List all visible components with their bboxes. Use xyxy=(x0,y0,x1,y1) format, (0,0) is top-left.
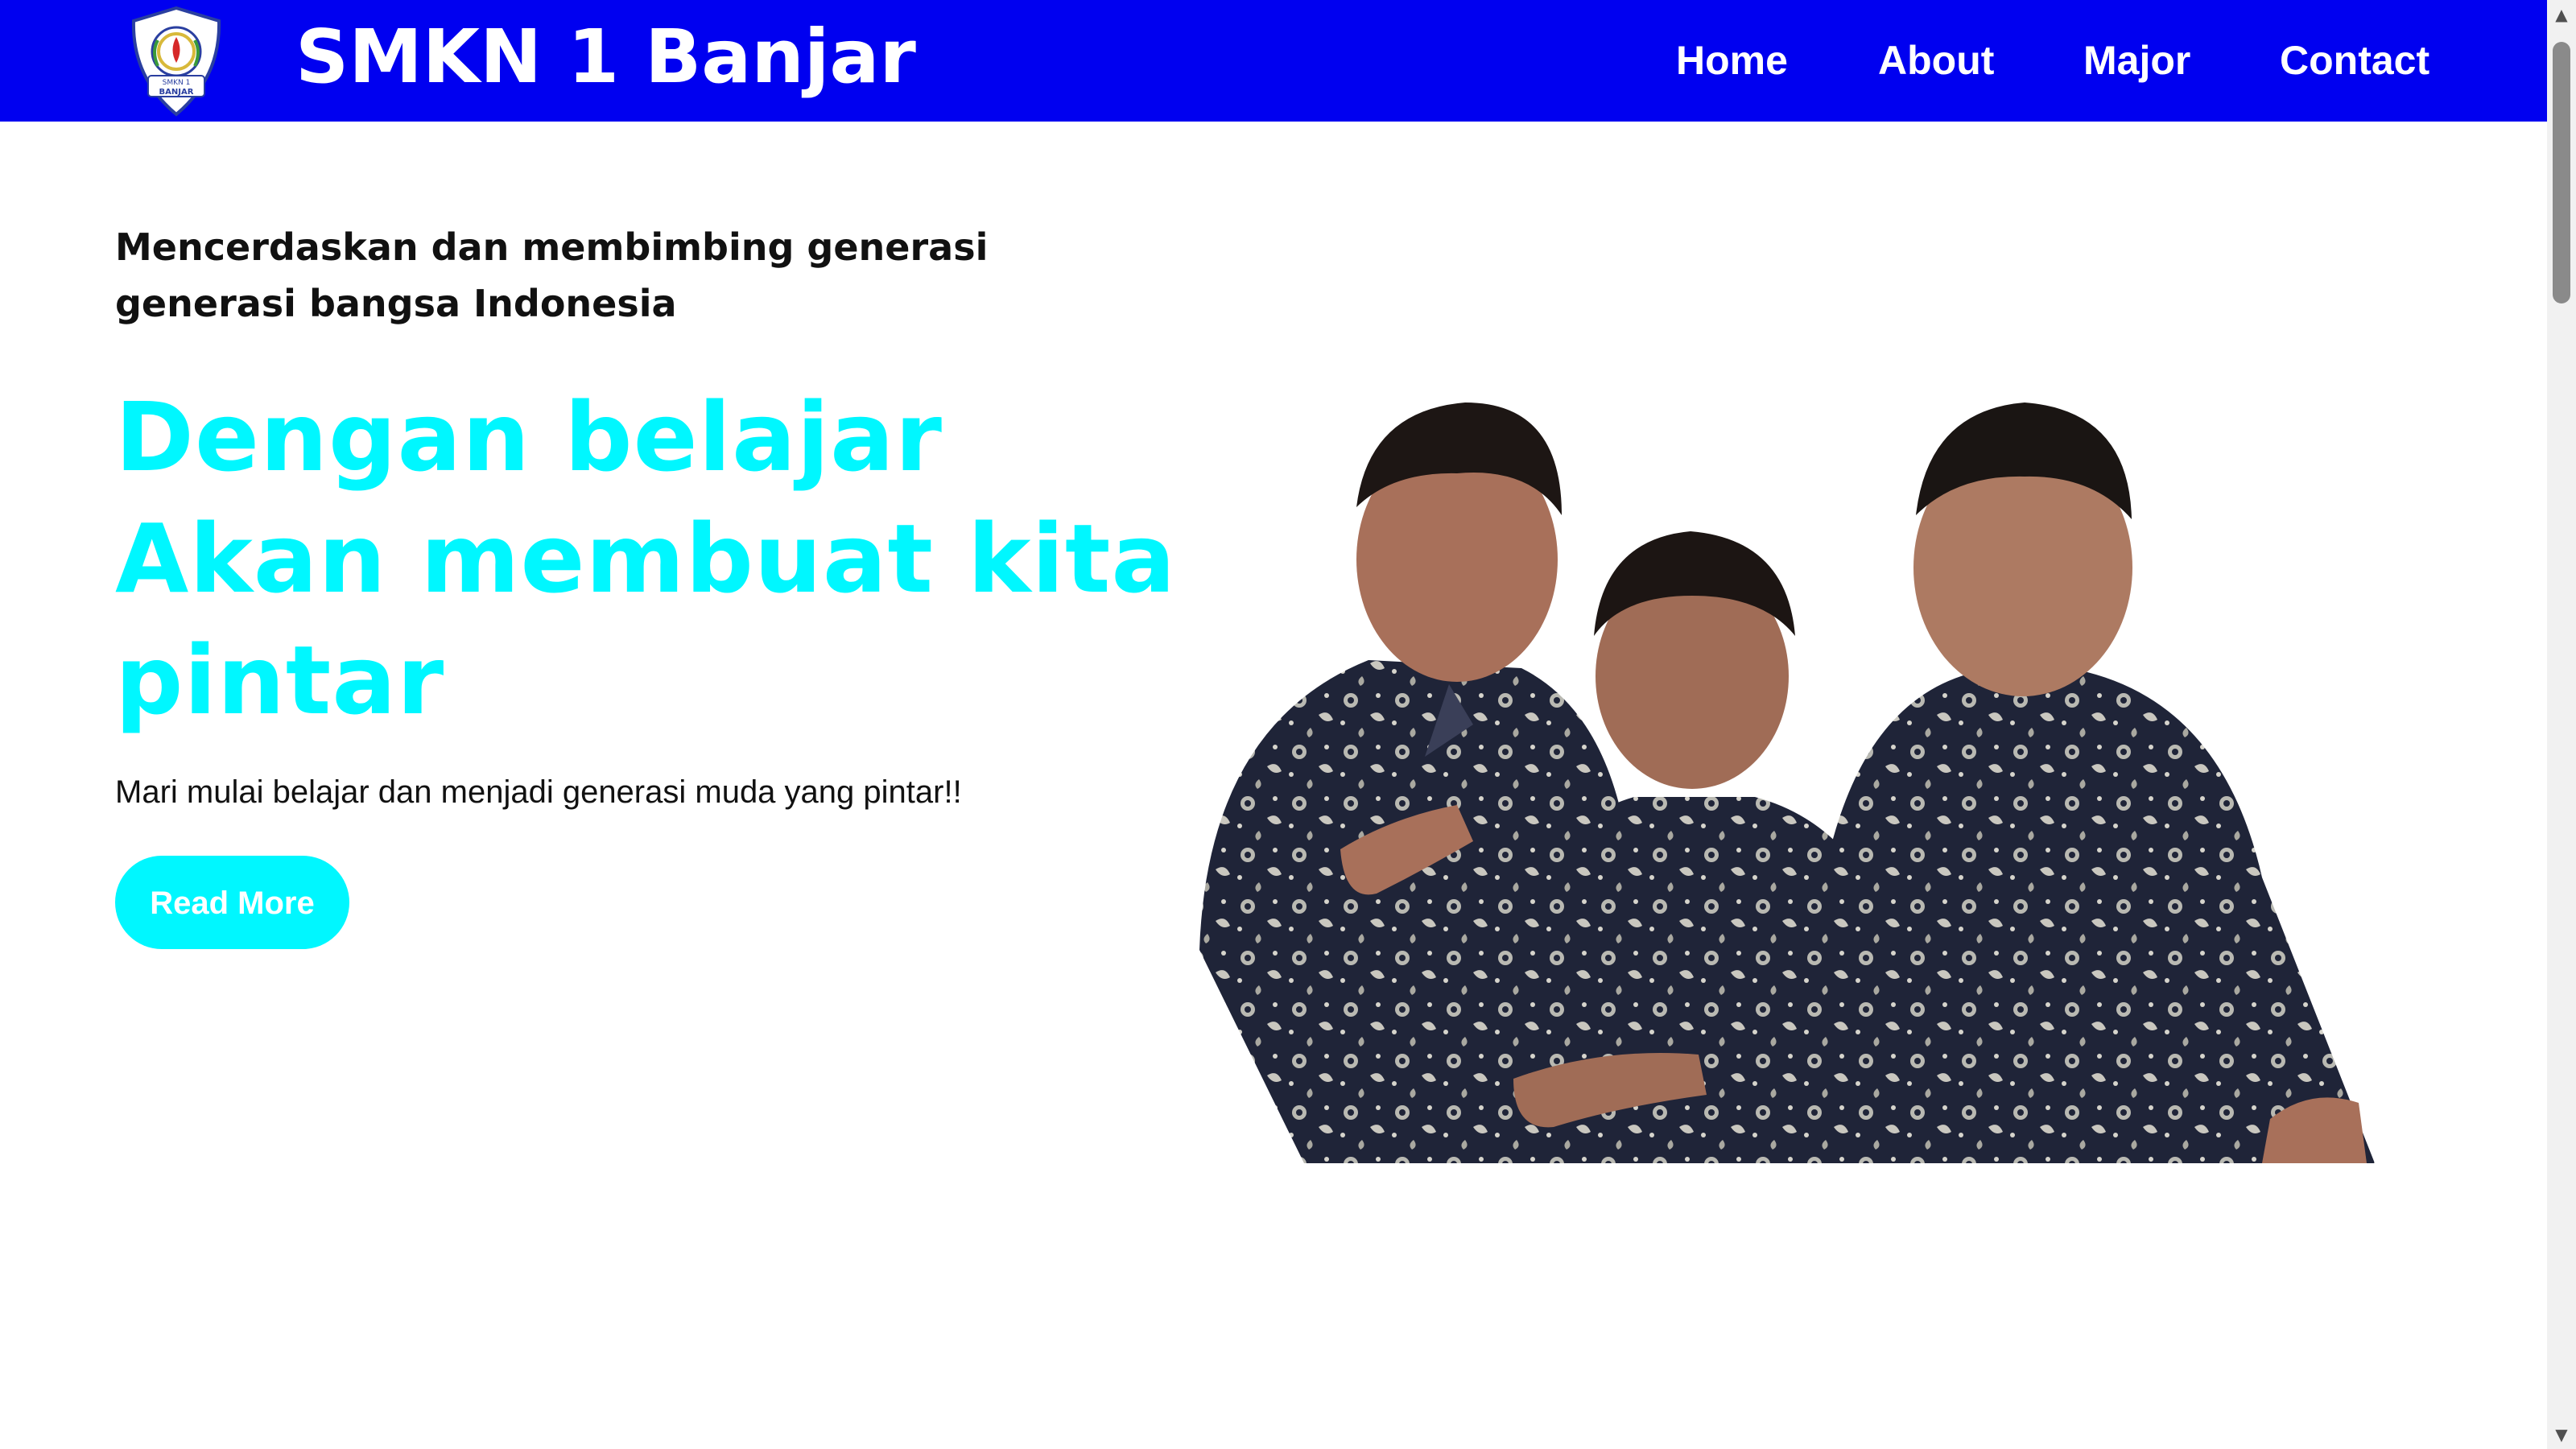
vertical-scrollbar[interactable]: ▲ ▼ xyxy=(2547,0,2576,1449)
nav-major-link[interactable]: Major xyxy=(2083,29,2190,92)
hero-students-photo xyxy=(1199,402,2375,1163)
nav-home-link[interactable]: Home xyxy=(1676,29,1788,92)
scroll-up-arrow-icon[interactable]: ▲ xyxy=(2547,0,2576,29)
headline-line-3: pintar xyxy=(115,625,445,736)
headline-line-2: Akan membuat kita xyxy=(115,503,1176,614)
read-more-button[interactable]: Read More xyxy=(115,856,349,949)
scrollbar-thumb[interactable] xyxy=(2553,42,2570,303)
hero-tagline: Mencerdaskan dan membimbing generasi gen… xyxy=(115,225,989,325)
logo-text-bottom: BANJAR xyxy=(159,88,194,97)
page: SMKN 1 BANJAR SMKN 1 Banjar Home About M… xyxy=(0,0,2576,1449)
school-emblem-icon[interactable]: SMKN 1 BANJAR xyxy=(127,5,225,118)
navbar: SMKN 1 BANJAR SMKN 1 Banjar Home About M… xyxy=(0,0,2547,122)
hero-headline: Dengan belajar Akan membuat kita pintar xyxy=(115,377,1186,741)
hero-subtext: Mari mulai belajar dan menjadi generasi … xyxy=(115,774,962,810)
nav-about-link[interactable]: About xyxy=(1878,29,1994,92)
logo-text-top: SMKN 1 xyxy=(163,79,191,87)
nav-contact-link[interactable]: Contact xyxy=(2280,29,2429,92)
scroll-down-arrow-icon[interactable]: ▼ xyxy=(2547,1420,2576,1449)
brand-title[interactable]: SMKN 1 Banjar xyxy=(295,5,916,109)
headline-line-1: Dengan belajar xyxy=(115,382,943,493)
